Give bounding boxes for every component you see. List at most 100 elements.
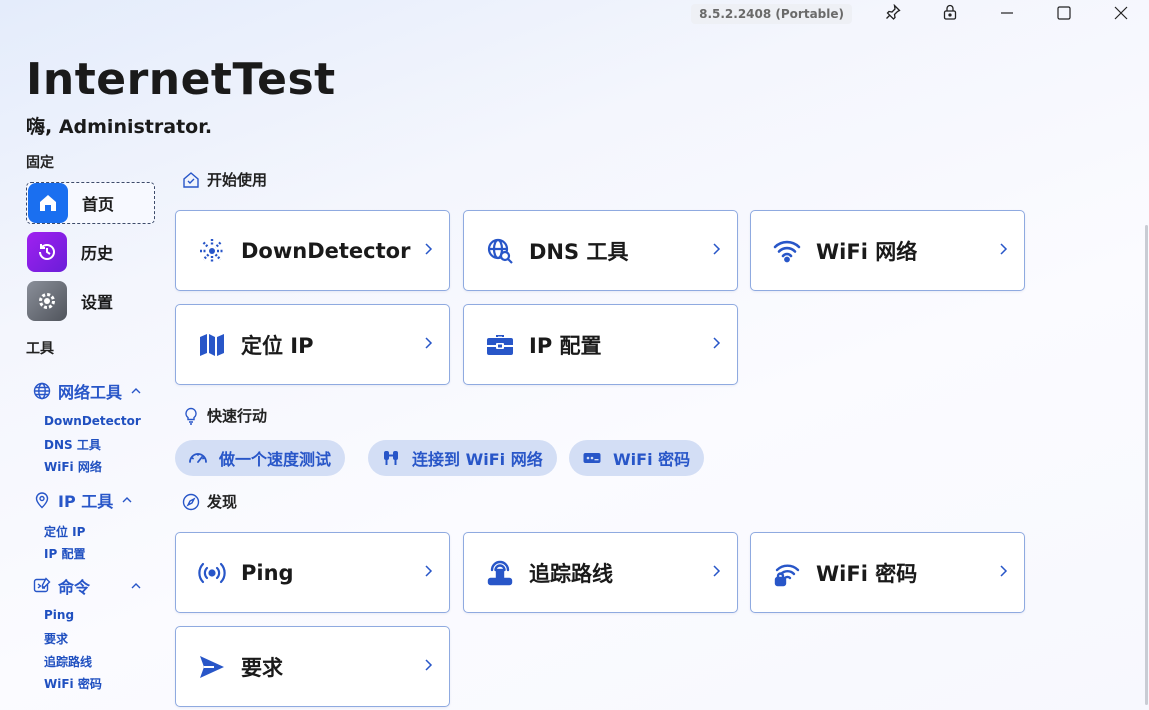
chevron-up-icon[interactable]: [130, 382, 142, 401]
sidebar-item-ping[interactable]: Ping: [44, 608, 74, 622]
pill-label: 连接到 WiFi 网络: [412, 450, 543, 469]
group-commands[interactable]: 命令: [32, 574, 142, 598]
title-bar: 8.5.2.2408 (Portable): [691, 0, 1149, 28]
quick-actions-heading: 快速行动: [181, 405, 267, 426]
group-network-tools[interactable]: 网络工具: [32, 379, 142, 403]
pill-connect-wifi[interactable]: 连接到 WiFi 网络: [368, 440, 557, 476]
close-icon: [1114, 5, 1128, 24]
nav-label-home: 首页: [82, 195, 115, 214]
history-icon: [27, 232, 67, 272]
send-icon: [196, 651, 228, 683]
maximize-button[interactable]: [1035, 0, 1092, 28]
sidebar-item-wifi-password[interactable]: WiFi 密码: [44, 675, 102, 692]
discover-label: 发现: [207, 493, 238, 511]
nav-label-settings: 设置: [81, 293, 114, 312]
card-trace-route[interactable]: 追踪路线: [463, 532, 738, 613]
card-label: 追踪路线: [529, 561, 613, 586]
dns-icon: [484, 235, 516, 267]
pill-label: 做一个速度测试: [219, 450, 332, 469]
command-icon: [32, 576, 52, 596]
lightbulb-icon: [181, 406, 201, 426]
get-started-heading: 开始使用: [181, 169, 267, 190]
chevron-right-icon: [423, 335, 433, 354]
sidebar-item-request[interactable]: 要求: [44, 630, 68, 647]
minimize-button[interactable]: [978, 0, 1035, 28]
get-started-label: 开始使用: [207, 171, 268, 189]
nav-item-history[interactable]: 历史: [26, 231, 155, 273]
chevron-right-icon: [423, 241, 433, 260]
house-outline-icon: [181, 170, 201, 190]
chevron-up-icon[interactable]: [121, 491, 133, 510]
card-label: DNS 工具: [529, 239, 629, 264]
map-icon: [196, 329, 228, 361]
minimize-icon: [1000, 5, 1014, 24]
chevron-right-icon: [423, 563, 433, 582]
scrollbar[interactable]: [1145, 225, 1148, 705]
sidebar-item-wifi-network[interactable]: WiFi 网络: [44, 458, 102, 475]
nav-item-home[interactable]: 首页: [26, 182, 155, 224]
sidebar-item-downdetector[interactable]: DownDetector: [44, 414, 141, 428]
pill-speed-test[interactable]: 做一个速度测试: [175, 440, 346, 476]
pill-label: WiFi 密码: [613, 450, 691, 469]
card-wifi-password[interactable]: WiFi 密码: [750, 532, 1025, 613]
radar-icon: [196, 235, 228, 267]
card-ip-config[interactable]: IP 配置: [463, 304, 738, 385]
sidebar-item-ip-config[interactable]: IP 配置: [44, 545, 85, 562]
location-icon: [32, 490, 52, 510]
card-request[interactable]: 要求: [175, 626, 450, 707]
wifi-icon: [771, 235, 803, 267]
sidebar-item-locate-ip[interactable]: 定位 IP: [44, 523, 85, 540]
chevron-right-icon: [423, 657, 433, 676]
wifi-lock-icon: [771, 557, 803, 589]
toolbox-icon: [484, 329, 516, 361]
card-dns-tools[interactable]: DNS 工具: [463, 210, 738, 291]
lock-icon: [942, 4, 958, 24]
gauge-icon: [187, 447, 209, 469]
globe-icon: [32, 381, 52, 401]
password-icon: [581, 447, 603, 469]
sidebar-item-dns-tools[interactable]: DNS 工具: [44, 436, 101, 453]
card-label: Ping: [241, 560, 294, 585]
greeting: 嗨, Administrator.: [26, 116, 213, 138]
card-label: IP 配置: [529, 333, 602, 358]
chevron-right-icon: [998, 563, 1008, 582]
card-wifi-network[interactable]: WiFi 网络: [750, 210, 1025, 291]
chevron-right-icon: [711, 335, 721, 354]
card-label: WiFi 密码: [816, 561, 918, 586]
nav-label-history: 历史: [81, 244, 114, 263]
connect-icon: [380, 447, 402, 469]
nav-item-settings[interactable]: 设置: [26, 280, 155, 322]
app-title: InternetTest: [26, 54, 336, 105]
close-button[interactable]: [1092, 0, 1149, 28]
discover-heading: 发现: [181, 491, 237, 512]
group-label-network-tools: 网络工具: [58, 383, 123, 402]
card-downdetector[interactable]: DownDetector: [175, 210, 450, 291]
chevron-up-icon[interactable]: [130, 577, 142, 596]
route-icon: [484, 557, 516, 589]
sidebar-item-trace-route[interactable]: 追踪路线: [44, 653, 92, 670]
group-label-ip-tools: IP 工具: [58, 492, 114, 511]
group-ip-tools[interactable]: IP 工具: [32, 488, 133, 512]
pin-button[interactable]: [864, 0, 921, 28]
group-label-commands: 命令: [58, 578, 91, 597]
card-label: 要求: [241, 655, 283, 680]
pill-wifi-password[interactable]: WiFi 密码: [569, 440, 705, 476]
lock-button[interactable]: [921, 0, 978, 28]
card-label: 定位 IP: [241, 333, 314, 358]
ping-icon: [196, 557, 228, 589]
card-label: DownDetector: [241, 238, 411, 263]
pin-icon: [885, 3, 901, 24]
card-label: WiFi 网络: [816, 239, 918, 264]
gear-icon: [27, 281, 67, 321]
card-ping[interactable]: Ping: [175, 532, 450, 613]
card-locate-ip[interactable]: 定位 IP: [175, 304, 450, 385]
tools-section-label: 工具: [26, 341, 54, 357]
chevron-right-icon: [711, 563, 721, 582]
pinned-section-label: 固定: [26, 155, 54, 171]
quick-actions-label: 快速行动: [207, 407, 268, 425]
version-badge: 8.5.2.2408 (Portable): [691, 4, 852, 24]
compass-icon: [181, 492, 201, 512]
maximize-icon: [1056, 5, 1071, 24]
chevron-right-icon: [998, 241, 1008, 260]
home-icon: [28, 183, 68, 223]
